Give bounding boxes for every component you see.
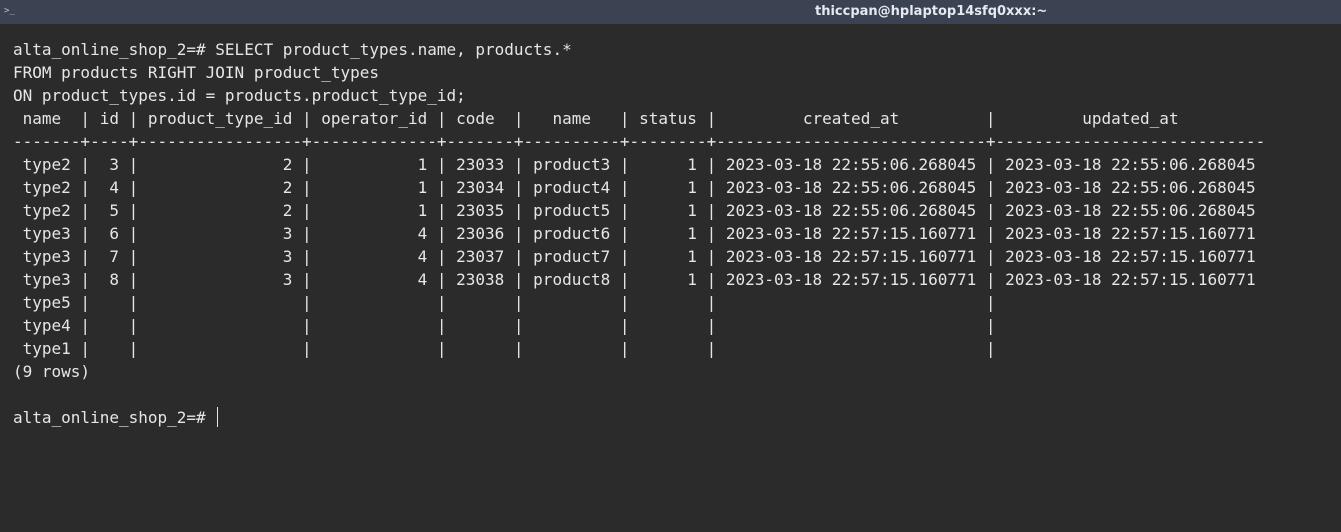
row-count: (9 rows) — [13, 362, 91, 381]
terminal-output[interactable]: alta_online_shop_2=# SELECT product_type… — [0, 38, 1341, 532]
table-row: type3 | 7 | 3 | 4 | 23037 | product7 | 1… — [13, 247, 1256, 266]
table-row: type3 | 6 | 3 | 4 | 23036 | product6 | 1… — [13, 224, 1256, 243]
table-row: type5 | | | | | | | | — [13, 293, 996, 312]
table-header: name | id | product_type_id | operator_i… — [13, 109, 1179, 128]
prompt-line[interactable]: alta_online_shop_2=# — [13, 406, 219, 429]
table-separator: -------+----+-----------------+---------… — [13, 132, 1266, 151]
window-title: thiccpan@hplaptop14sfq0xxx:~ — [815, 4, 1048, 19]
table-row: type3 | 8 | 3 | 4 | 23038 | product8 | 1… — [13, 270, 1256, 289]
query-line-2: FROM products RIGHT JOIN product_types — [13, 63, 380, 82]
query-line-1: alta_online_shop_2=# SELECT product_type… — [13, 40, 572, 59]
prompt: alta_online_shop_2=# — [13, 408, 216, 427]
terminal-icon[interactable]: >_ — [4, 5, 15, 17]
table-row: type2 | 4 | 2 | 1 | 23034 | product4 | 1… — [13, 178, 1256, 197]
table-row: type4 | | | | | | | | — [13, 316, 996, 335]
terminal-window: >_ thiccpan@hplaptop14sfq0xxx:~ alta_onl… — [0, 0, 1341, 532]
window-titlebar[interactable]: >_ thiccpan@hplaptop14sfq0xxx:~ — [0, 0, 1341, 24]
text-cursor — [217, 407, 219, 427]
query-line-3: ON product_types.id = products.product_t… — [13, 86, 466, 105]
table-row: type2 | 5 | 2 | 1 | 23035 | product5 | 1… — [13, 201, 1256, 220]
table-row: type1 | | | | | | | | — [13, 339, 996, 358]
table-row: type2 | 3 | 2 | 1 | 23033 | product3 | 1… — [13, 155, 1256, 174]
